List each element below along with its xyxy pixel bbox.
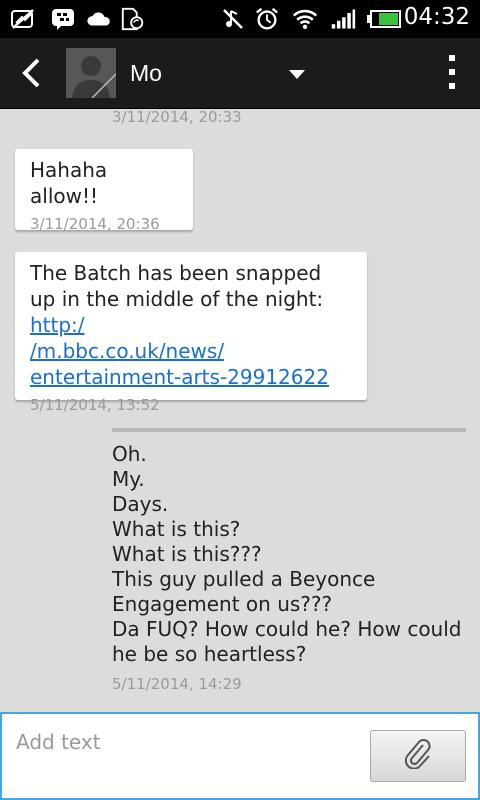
message-text: The Batch has been snapped up in the mid… xyxy=(30,260,351,390)
attach-button[interactable] xyxy=(370,730,466,782)
status-bar: 04:32 xyxy=(0,0,480,38)
overflow-menu-icon[interactable] xyxy=(448,55,456,91)
outgoing-message[interactable]: Oh. My. Days. What is this? What is this… xyxy=(112,428,466,693)
incoming-message[interactable]: The Batch has been snapped up in the mid… xyxy=(15,252,367,414)
message-line: What is this??? xyxy=(112,542,262,566)
message-text: Hahaha allow!! xyxy=(30,158,108,208)
message-line: Da FUQ? How could he? How could xyxy=(112,617,462,641)
alarm-icon xyxy=(254,6,280,32)
contact-name[interactable]: Mo xyxy=(130,60,162,87)
incoming-message[interactable]: Hahaha allow!! 3/11/2014, 20:36 xyxy=(15,149,193,233)
message-link[interactable]: http://m.bbc.co.uk/news/entertainment-ar… xyxy=(30,313,329,389)
wifi-icon xyxy=(292,6,318,32)
message-line: Days. xyxy=(112,492,169,516)
paperclip-icon xyxy=(404,739,432,773)
dropdown-icon[interactable] xyxy=(289,70,305,79)
cloud-icon xyxy=(86,6,112,32)
message-timestamp: 3/11/2014, 20:33 xyxy=(112,108,242,126)
message-line: Engagement on us??? xyxy=(112,592,333,616)
message-timestamp: 5/11/2014, 13:52 xyxy=(30,396,160,414)
sd-sync-icon xyxy=(120,6,146,32)
message-line: My. xyxy=(112,467,145,491)
message-input-placeholder: Add text xyxy=(16,730,101,754)
signal-icon xyxy=(330,6,356,32)
message-line: What is this? xyxy=(112,517,241,541)
message-line: he be so heartless? xyxy=(112,642,307,666)
conversation-header: Mo xyxy=(0,38,480,109)
message-line: This guy pulled a Beyonce xyxy=(112,567,376,591)
message-timestamp: 5/11/2014, 14:29 xyxy=(112,675,242,693)
avatar-icon[interactable] xyxy=(66,48,116,98)
composer: Add text xyxy=(0,712,480,800)
bbm-icon xyxy=(50,6,76,32)
status-time: 04:32 xyxy=(403,4,470,30)
message-text-plain: The Batch has been snapped up in the mid… xyxy=(30,261,324,311)
message-timestamp: 3/11/2014, 20:36 xyxy=(30,215,160,233)
message-line: Oh. xyxy=(112,442,147,466)
conversation-list[interactable]: 3/11/2014, 20:33 Hahaha allow!! 3/11/201… xyxy=(0,108,480,712)
mute-icon xyxy=(220,6,246,32)
battery-icon xyxy=(366,6,402,32)
back-icon[interactable] xyxy=(16,56,50,90)
no-signal-icon xyxy=(10,6,36,32)
